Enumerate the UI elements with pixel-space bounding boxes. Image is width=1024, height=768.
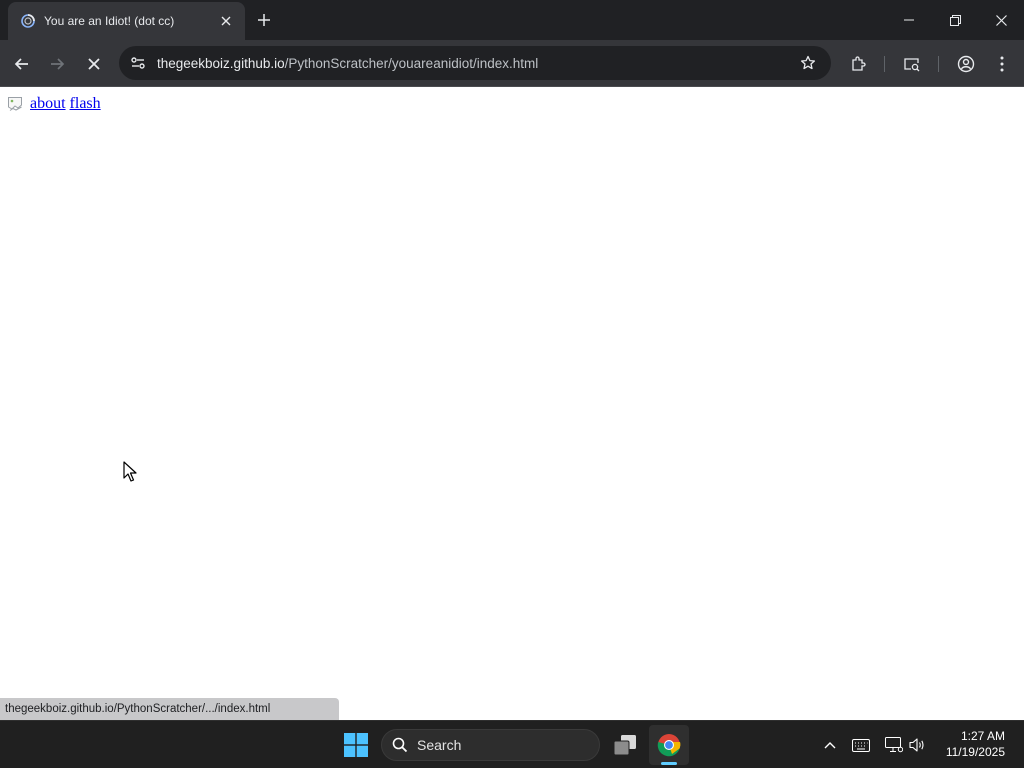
loading-favicon-icon	[20, 13, 36, 29]
forward-button[interactable]	[42, 49, 72, 79]
restore-button[interactable]	[932, 0, 978, 40]
task-view-button[interactable]	[605, 725, 645, 765]
minimize-icon	[904, 19, 914, 21]
clock-date: 11/19/2025	[945, 745, 1005, 759]
link-status-bubble: thegeekboiz.github.io/PythonScratcher/..…	[0, 698, 339, 720]
chevron-up-icon	[824, 742, 836, 749]
search-icon	[392, 737, 408, 753]
system-clock[interactable]: 1:27 AM 11/19/2025	[946, 728, 1005, 760]
start-button[interactable]	[336, 725, 376, 765]
back-arrow-icon	[14, 58, 28, 70]
tab-search-button[interactable]	[897, 49, 927, 79]
tab-close-icon[interactable]	[217, 12, 235, 30]
minimize-button[interactable]	[886, 0, 932, 40]
volume-icon	[909, 738, 924, 752]
clock-time: 1:27 AM	[960, 729, 1005, 743]
broken-image-icon	[7, 96, 23, 112]
restore-icon	[949, 14, 961, 26]
kebab-menu-icon	[1000, 56, 1004, 72]
flash-link[interactable]: flash	[70, 95, 101, 113]
keyboard-icon	[852, 738, 870, 752]
network-button[interactable]	[884, 735, 904, 755]
address-bar[interactable]: thegeekboiz.github.io/PythonScratcher/yo…	[119, 46, 831, 80]
taskbar-chrome-button[interactable]	[649, 725, 689, 765]
toolbar-separator	[938, 56, 939, 72]
forward-arrow-icon	[51, 58, 65, 70]
taskbar-search-box[interactable]: Search	[381, 729, 600, 761]
back-button[interactable]	[7, 49, 37, 79]
extensions-button[interactable]	[843, 49, 873, 79]
search-label: Search	[417, 737, 462, 753]
url-host: thegeekboiz.github.io	[157, 55, 285, 71]
tab-search-icon	[904, 58, 920, 72]
chrome-icon	[657, 734, 681, 757]
page-link-row: about flash	[7, 95, 105, 113]
tab-title: You are an Idiot! (dot cc)	[44, 14, 175, 28]
network-icon	[885, 737, 903, 753]
tab-strip: You are an Idiot! (dot cc)	[0, 0, 1024, 40]
web-page-content: about flash	[0, 88, 1024, 720]
about-link[interactable]: about	[30, 95, 66, 113]
browser-tab-active[interactable]: You are an Idiot! (dot cc)	[8, 2, 245, 40]
task-view-icon	[613, 735, 636, 756]
show-hidden-icons-button[interactable]	[820, 735, 840, 755]
mouse-cursor-icon	[123, 461, 137, 482]
new-tab-button[interactable]	[252, 8, 276, 32]
bookmark-star-icon[interactable]	[795, 50, 821, 76]
extensions-icon	[852, 56, 866, 71]
stop-loading-button[interactable]	[79, 49, 109, 79]
windows-start-icon	[344, 733, 368, 757]
site-info-icon[interactable]	[121, 46, 155, 80]
close-icon	[995, 14, 1007, 26]
stop-icon	[88, 58, 100, 70]
active-app-indicator	[661, 762, 677, 765]
browser-menu-button[interactable]	[987, 49, 1017, 79]
url-path: /PythonScratcher/youareanidiot/index.htm…	[284, 55, 539, 71]
plus-icon	[258, 14, 270, 26]
volume-button[interactable]	[908, 735, 928, 755]
browser-toolbar: thegeekboiz.github.io/PythonScratcher/yo…	[0, 40, 1024, 87]
profile-icon	[957, 55, 975, 73]
windows-taskbar: Search 1:27 AM 11/19/2025	[0, 720, 1024, 768]
address-url: thegeekboiz.github.io/PythonScratcher/yo…	[157, 56, 538, 71]
profile-button[interactable]	[951, 49, 981, 79]
keyboard-button[interactable]	[851, 735, 871, 755]
close-window-button[interactable]	[978, 0, 1024, 40]
toolbar-separator	[884, 56, 885, 72]
